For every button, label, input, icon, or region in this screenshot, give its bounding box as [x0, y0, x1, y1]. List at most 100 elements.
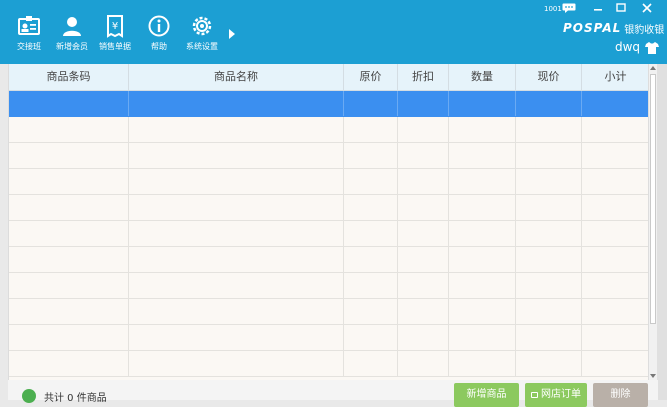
table-cell [449, 143, 516, 168]
column-header[interactable]: 折扣 [398, 64, 449, 90]
table-cell [344, 325, 398, 350]
table-cell [449, 325, 516, 350]
column-header[interactable]: 数量 [449, 64, 516, 90]
column-header[interactable]: 原价 [344, 64, 398, 90]
close-icon[interactable] [639, 1, 655, 15]
top-toolbar: 交接班 新增会员 ¥ 销售单据 帮助 系统设置 1001 POSPAL 银豹收银… [0, 0, 667, 64]
table-cell [129, 91, 344, 116]
table-cell [129, 169, 344, 194]
scroll-up-icon[interactable] [650, 66, 656, 70]
add-member-icon [63, 17, 81, 36]
table-cell [129, 117, 344, 142]
table-cell [344, 351, 398, 376]
delete-button[interactable]: 删除 [593, 383, 648, 407]
maximize-icon[interactable] [613, 1, 629, 15]
online-order-button[interactable]: 网店订单 [525, 383, 587, 407]
table-row[interactable] [9, 325, 649, 351]
new-product-button[interactable]: 新增商品 [454, 383, 519, 407]
table-cell [129, 247, 344, 272]
table-row[interactable] [9, 91, 649, 117]
table-cell [9, 169, 129, 194]
table-cell [582, 117, 649, 142]
svg-text:¥: ¥ [112, 21, 118, 32]
table-cell [582, 299, 649, 324]
toolbar-sales-receipts[interactable]: ¥ 销售单据 [92, 14, 138, 52]
table-cell [516, 91, 582, 116]
table-cell [449, 351, 516, 376]
table-cell [344, 273, 398, 298]
toolbar-more-arrow-icon[interactable] [229, 29, 235, 39]
toolbar-system-settings[interactable]: 系统设置 [179, 14, 225, 52]
table-cell [9, 325, 129, 350]
table-cell [449, 91, 516, 116]
toolbar-label: 销售单据 [99, 42, 131, 51]
table-row[interactable] [9, 247, 649, 273]
network-status-icon [22, 389, 36, 403]
toolbar-shift-handover[interactable]: 交接班 [6, 14, 52, 52]
table-cell [129, 299, 344, 324]
table-cell [344, 143, 398, 168]
table-cell [449, 195, 516, 220]
table-cell [398, 299, 449, 324]
table-cell [9, 247, 129, 272]
column-header[interactable]: 商品条码 [9, 64, 129, 90]
item-count-summary: 共计 0 件商品 [44, 393, 107, 404]
table-cell [344, 221, 398, 246]
message-icon[interactable] [562, 3, 576, 13]
column-header[interactable]: 小计 [582, 64, 649, 90]
table-cell [516, 143, 582, 168]
table-row[interactable] [9, 351, 649, 377]
scrollbar-thumb[interactable] [650, 74, 656, 324]
column-header[interactable]: 现价 [516, 64, 582, 90]
table-cell [516, 325, 582, 350]
table-row[interactable] [9, 221, 649, 247]
table-cell [582, 325, 649, 350]
table-cell [516, 195, 582, 220]
table-cell [449, 273, 516, 298]
table-cell [129, 195, 344, 220]
table-cell [398, 143, 449, 168]
table-row[interactable] [9, 169, 649, 195]
table-cell [398, 117, 449, 142]
table-cell [449, 221, 516, 246]
table-row[interactable] [9, 143, 649, 169]
toolbar-label: 帮助 [151, 42, 167, 51]
toolbar-label: 新增会员 [56, 42, 88, 51]
table-cell [582, 169, 649, 194]
sales-receipt-icon: ¥ [107, 15, 123, 38]
brand-logo-text: POSPAL [563, 21, 622, 35]
table-cell [582, 195, 649, 220]
table-cell [582, 273, 649, 298]
table-cell [516, 169, 582, 194]
table-cell [9, 195, 129, 220]
shirt-icon[interactable] [645, 42, 659, 54]
table-cell [582, 143, 649, 168]
table-row[interactable] [9, 273, 649, 299]
toolbar-add-member[interactable]: 新增会员 [49, 14, 95, 52]
lock-icon [531, 392, 538, 398]
table-cell [516, 221, 582, 246]
table-cell [398, 195, 449, 220]
table-row[interactable] [9, 299, 649, 325]
table-cell [129, 221, 344, 246]
table-cell [344, 91, 398, 116]
toolbar-label: 系统设置 [186, 42, 218, 51]
table-cell [398, 247, 449, 272]
table-cell [582, 247, 649, 272]
column-header[interactable]: 商品名称 [129, 64, 344, 90]
toolbar-help[interactable]: 帮助 [136, 14, 182, 52]
table-cell [9, 299, 129, 324]
table-cell [582, 91, 649, 116]
table-cell [516, 351, 582, 376]
help-icon [148, 15, 170, 37]
username: dwq [615, 40, 641, 54]
table-cell [9, 273, 129, 298]
table-row[interactable] [9, 117, 649, 143]
brand-logo: POSPAL 银豹收银 [563, 20, 664, 36]
table-cell [344, 247, 398, 272]
table-cell [9, 91, 129, 116]
scroll-down-icon[interactable] [650, 374, 656, 378]
table-row[interactable] [9, 195, 649, 221]
minimize-icon[interactable] [590, 1, 606, 15]
settings-icon [192, 16, 212, 36]
